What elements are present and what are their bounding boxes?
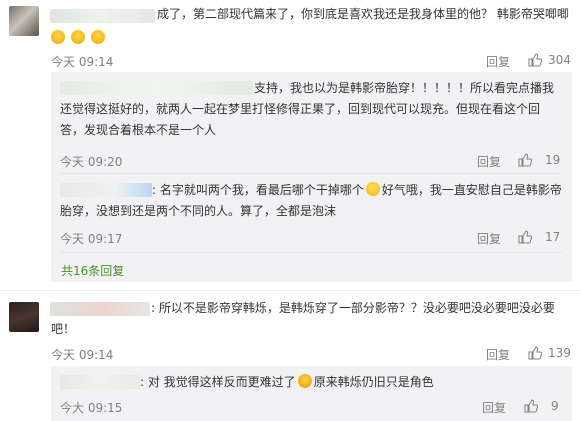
like-count: 19 <box>545 153 561 167</box>
thumbs-up-icon[interactable] <box>528 346 542 360</box>
like-count: 139 <box>548 346 571 360</box>
thumbs-up-icon[interactable] <box>518 230 532 244</box>
thumbs-up-icon[interactable] <box>528 53 542 67</box>
comment-text: : 所以不是影帝穿韩烁，是韩烁穿了一部分影帝？？没必要吧没必要吧没必要吧！ <box>51 301 555 336</box>
sub-reply-text: : 对 我觉得这样反而更难过了 原来韩烁仍旧只是角色 <box>140 374 434 389</box>
like-count: 9 <box>551 399 559 413</box>
comment-time: 今天 09:14 <box>51 348 114 362</box>
reply-button[interactable]: 回复 <box>486 53 510 70</box>
avatar[interactable] <box>9 6 39 36</box>
divider <box>60 173 562 174</box>
crying-emoji-icon <box>90 30 105 44</box>
sub-reply-time: 今大 09:15 <box>60 401 123 415</box>
like-count: 17 <box>545 230 561 244</box>
crying-emoji-icon <box>70 30 85 44</box>
thumbs-up-icon[interactable] <box>518 153 532 167</box>
sub-reply-time: 今天 09:20 <box>60 155 123 169</box>
smile-emoji-icon <box>365 182 380 196</box>
comment-text: 成了，第二部现代篇来了，你到底是喜欢我还是我身体里的他？ 韩影帝哭唧唧 <box>157 7 569 21</box>
crying-emoji-icon <box>51 30 65 44</box>
sub-reply-time: 今天 09:17 <box>60 232 123 246</box>
divider <box>60 252 562 253</box>
comment-divider <box>0 290 581 291</box>
reply-button[interactable]: 回复 <box>486 346 510 363</box>
sub-reply-text: : 名字就叫两个我，看最后哪个干掉哪个 好气哦，我一直安慰自己是韩影帝胎穿，没想到… <box>60 182 562 218</box>
reply-button[interactable]: 回复 <box>482 399 506 416</box>
avatar[interactable] <box>9 302 39 332</box>
reply-button[interactable]: 回复 <box>477 230 501 247</box>
reply-button[interactable]: 回复 <box>477 153 501 170</box>
thumbs-up-icon[interactable] <box>524 399 538 413</box>
like-count: 304 <box>548 53 571 67</box>
sub-reply-text: 支持，我也以为是韩影帝胎穿！！！！！所以看完点播我还觉得这挺好的，就两人一起在梦… <box>60 81 555 137</box>
more-replies-link[interactable]: 共16条回复 <box>61 262 124 279</box>
username-blurred[interactable] <box>50 9 155 23</box>
emoji-row <box>51 30 105 45</box>
comment-time: 今天 09:14 <box>51 55 114 69</box>
surprised-emoji-icon <box>297 374 312 388</box>
